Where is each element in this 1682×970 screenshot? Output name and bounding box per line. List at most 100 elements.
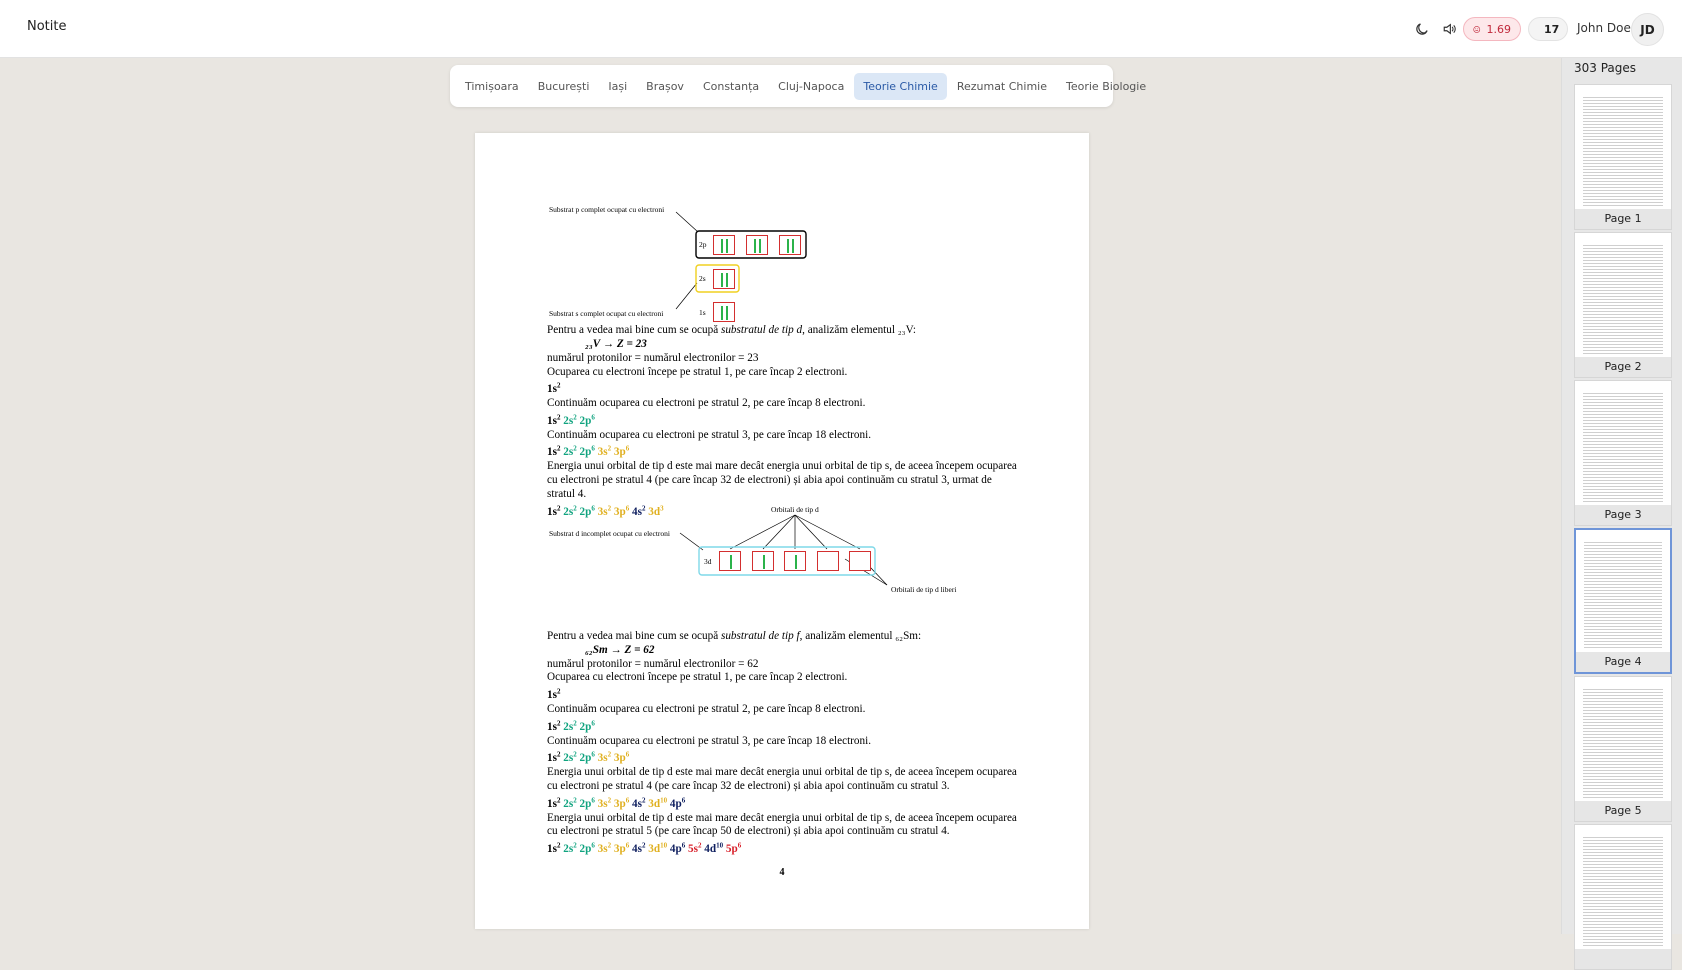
- orbital-term: 5s2: [688, 841, 702, 856]
- speaker-icon[interactable]: [1437, 17, 1461, 41]
- orbital-term: 1s2: [547, 750, 561, 765]
- orbital-term: 2s2: [563, 718, 577, 733]
- thumbnail-label: [1575, 949, 1671, 969]
- thumbnail-label: Page 3: [1575, 505, 1671, 525]
- tab-6[interactable]: Cluj-Napoca: [769, 73, 853, 100]
- tab-2[interactable]: București: [529, 73, 599, 100]
- orbital-box: [713, 269, 735, 289]
- electron-config: 1s2 2s2 2p6 3s2 3p6 4s2 3d3: [547, 502, 1017, 520]
- thumbnail-preview: [1580, 829, 1666, 947]
- page-thumbnails-sidebar[interactable]: 303 Pages Page 1 Page 2 Page 3 Page 4 Page 5: [1561, 58, 1682, 970]
- page-number: 4: [779, 867, 785, 878]
- formula: ₂₃V → Z = 23: [585, 337, 647, 350]
- orbital-term: 3p6: [613, 841, 630, 856]
- paragraph: Continuăm ocuparea cu electroni pe strat…: [547, 428, 871, 441]
- thumbnail-label: Page 2: [1575, 357, 1671, 377]
- thumbnail-label: Page 4: [1576, 652, 1670, 672]
- avatar[interactable]: JD: [1631, 13, 1664, 46]
- orbital-box: [713, 235, 735, 255]
- app-title: Notite: [27, 19, 67, 34]
- page-thumbnail[interactable]: Page 3: [1574, 380, 1672, 526]
- sad-face-icon: [1473, 25, 1481, 33]
- paragraph: numărul protonilor = numărul electronilo…: [547, 351, 759, 364]
- orbital-term: 3p6: [613, 444, 630, 459]
- orbital-term: 1s2: [547, 413, 561, 427]
- tab-1[interactable]: Timișoara: [456, 73, 528, 100]
- orbital-term: 4p6: [669, 795, 686, 810]
- electron-config: 1s2: [547, 685, 1017, 703]
- tab-3[interactable]: Iași: [599, 73, 636, 100]
- orbital-term: 2p6: [579, 795, 595, 810]
- orbital-term: 1s2: [547, 687, 561, 702]
- orbital-term: 1s2: [547, 718, 561, 733]
- orbital-term: 2s2: [563, 413, 577, 427]
- user-name: John Doe: [1577, 21, 1631, 35]
- orbital-term: 2p6: [579, 504, 595, 518]
- page-thumbnail[interactable]: Page 2: [1574, 232, 1672, 378]
- orbital-term: 4d10: [704, 841, 724, 856]
- paragraph: Ocuparea cu electroni începe pe stratul …: [547, 671, 848, 684]
- moon-icon[interactable]: [1410, 17, 1434, 41]
- orbital-term: 3s2: [597, 795, 612, 810]
- orbital-term: 4s2: [632, 504, 646, 518]
- count-badge[interactable]: 17: [1528, 17, 1568, 41]
- page-thumbnail[interactable]: Page 5: [1574, 676, 1672, 822]
- orbital-term: 3p6: [613, 795, 630, 810]
- orbital-term: 2s2: [563, 795, 577, 810]
- orbital-term: 2s2: [563, 841, 577, 856]
- paragraph: Ocuparea cu electroni începe pe stratul …: [547, 365, 848, 378]
- page-thumbnail[interactable]: Page 1: [1574, 84, 1672, 230]
- electron-config: 1s2 2s2 2p6 3s2 3p6: [547, 443, 1017, 461]
- tab-4[interactable]: Brașov: [637, 73, 693, 100]
- page-thumbnail[interactable]: [1574, 824, 1672, 970]
- paragraph: Pentru a vedea mai bine cum se ocupă sub…: [547, 324, 916, 336]
- top-header: Notite 1.69 17 John Doe JD: [0, 0, 1682, 58]
- count-value: 17: [1544, 22, 1560, 36]
- orbital-term: 3s2: [597, 750, 612, 765]
- orbital-term: 3d10: [648, 841, 668, 856]
- thumbnail-preview: [1580, 385, 1666, 503]
- orbital-term: 3p6: [613, 504, 630, 518]
- orbital-box: [779, 235, 801, 255]
- sublevel-1s: 1s: [699, 308, 706, 317]
- paragraph: Energia unui orbital de tip d este mai m…: [547, 766, 1017, 792]
- orbital-term: 4p6: [669, 841, 686, 856]
- orbital-box: [746, 235, 768, 255]
- thumbnail-label: Page 1: [1575, 209, 1671, 229]
- tab-5[interactable]: Constanța: [694, 73, 768, 100]
- paragraph: Pentru a vedea mai bine cum se ocupă sub…: [547, 629, 922, 642]
- page-thumbnail[interactable]: Page 4: [1574, 528, 1672, 674]
- orbital-term: 2s2: [563, 444, 577, 459]
- pages-count: 303 Pages: [1574, 61, 1637, 75]
- thumbnail-preview: [1580, 89, 1666, 207]
- paragraph: Energia unui orbital de tip d este mai m…: [547, 811, 1017, 838]
- tab-7[interactable]: Teorie Chimie: [854, 72, 947, 100]
- electron-config: 1s2 2s2 2p6 3s2 3p6: [547, 748, 1017, 766]
- tab-8[interactable]: Rezumat Chimie: [948, 73, 1056, 100]
- thumbnail-preview: [1580, 681, 1666, 799]
- electron-config: 1s2 2s2 2p6 3s2 3p6 4s2 3d10 4p6 5s2 4d1…: [547, 839, 1017, 857]
- orbital-term: 3s2: [597, 444, 612, 459]
- orbital-term: 1s2: [547, 504, 561, 518]
- electron-config: 1s2 2s2 2p6: [547, 717, 1017, 735]
- orbital-term: 3s2: [597, 841, 612, 856]
- tab-9[interactable]: Teorie Biologie: [1057, 73, 1155, 100]
- thumbnail-preview: [1581, 534, 1665, 650]
- orbital-term: 3d3: [648, 504, 664, 518]
- orbital-term: 5p6: [725, 841, 742, 856]
- orbital-term: 4s2: [632, 841, 646, 856]
- orbital-term: 1s2: [547, 795, 561, 810]
- orbital-term: 2s2: [563, 504, 577, 518]
- score-badge[interactable]: 1.69: [1463, 17, 1521, 41]
- paragraph: Continuăm ocuparea cu electroni pe strat…: [547, 397, 866, 410]
- sublevel-2s: 2s: [699, 274, 706, 283]
- orbital-term: 2p6: [579, 444, 595, 459]
- document-page: Substrat p complet ocupat cu electroni S…: [475, 133, 1089, 929]
- orbital-term: 3p6: [613, 750, 630, 765]
- electron-config: 1s2 2s2 2p6 3s2 3p6 4s2 3d10 4p6: [547, 794, 1017, 812]
- orbital-term: 2p6: [579, 413, 595, 427]
- orbital-diagram-1: [675, 211, 807, 310]
- orbital-term: 1s2: [547, 444, 561, 459]
- orbital-term: 3s2: [597, 504, 612, 518]
- orbital-term: 1s2: [547, 841, 561, 856]
